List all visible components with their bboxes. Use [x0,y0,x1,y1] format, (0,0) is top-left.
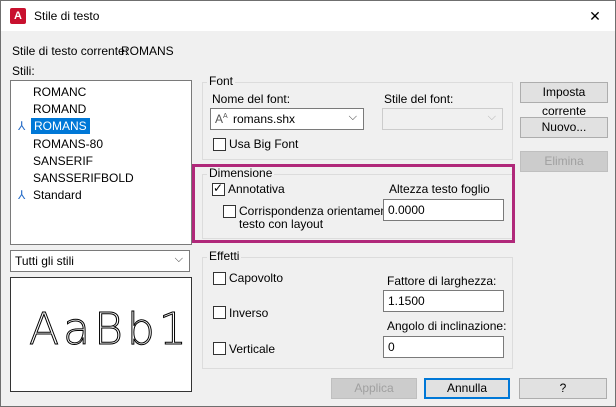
font-name-value: romans.shx [233,112,296,126]
current-style-label: Stile di testo corrente: [12,44,129,58]
font-group-label: Font [207,74,236,88]
oblique-angle-label: Angolo di inclinazione: [387,319,507,333]
list-item[interactable]: ROMANC [33,84,86,100]
close-icon[interactable]: ✕ [575,1,615,31]
chevron-down-icon: ⌵ [487,111,496,123]
annotative-icon: ⅄ [18,119,26,133]
current-style-value: ROMANS [121,44,174,58]
font-name-label: Nome del font: [212,92,291,106]
backwards-label: Inverso [229,306,269,320]
list-item[interactable]: ROMANS-80 [33,136,103,152]
upside-down-label: Capovolto [229,271,284,285]
styles-filter-value: Tutti gli stili [15,254,74,268]
font-name-dropdown[interactable]: AA romans.shx ⌵ [210,108,364,130]
help-button[interactable]: ? [519,378,607,399]
cancel-button[interactable]: Annulla [424,378,510,399]
chevron-down-icon: ⌵ [348,111,357,123]
use-big-font-label: Usa Big Font [229,137,299,151]
use-big-font-checkbox[interactable] [213,138,226,151]
title-bar: A Stile di testo ✕ [1,1,615,31]
chevron-down-icon: ⌵ [174,253,183,265]
vertical-checkbox[interactable] [213,342,226,355]
autocad-app-icon: A [10,8,26,24]
width-factor-input[interactable]: 1.1500 [383,290,504,312]
delete-style-button[interactable]: Elimina [520,151,608,172]
font-style-dropdown[interactable]: ⌵ [382,108,503,130]
oblique-angle-input[interactable]: 0 [383,336,504,358]
list-item-selected[interactable]: ROMANS [31,118,90,134]
effects-group-label: Effetti [207,249,242,263]
width-factor-label: Fattore di larghezza: [387,274,497,288]
font-style-label: Stile del font: [384,92,454,106]
apply-button[interactable]: Applica [331,378,417,399]
style-preview: AaBb1 [10,277,192,392]
set-current-button[interactable]: Imposta corrente [520,82,608,118]
upside-down-checkbox[interactable] [213,272,226,285]
list-item[interactable]: SANSERIF [33,153,93,169]
preview-text: AaBb1 [29,304,191,356]
styles-list[interactable]: ROMANC ROMAND ⅄ ROMANS ROMANS-80 SANSERI… [10,80,192,245]
window-title: Stile di testo [34,9,100,23]
shx-font-icon: AA [215,112,228,126]
annotative-icon: ⅄ [18,188,26,202]
dimension-highlight-frame [192,164,515,243]
text-style-dialog: A Stile di testo ✕ Stile di testo corren… [0,0,616,407]
vertical-label: Verticale [229,342,276,356]
list-item[interactable]: Standard [33,187,82,203]
list-item[interactable]: ROMAND [33,101,86,117]
backwards-checkbox[interactable] [213,306,226,319]
list-item[interactable]: SANSSERIFBOLD [33,170,134,186]
new-style-button[interactable]: Nuovo... [520,117,608,138]
styles-label: Stili: [12,64,35,78]
styles-filter-dropdown[interactable]: Tutti gli stili ⌵ [10,250,190,272]
